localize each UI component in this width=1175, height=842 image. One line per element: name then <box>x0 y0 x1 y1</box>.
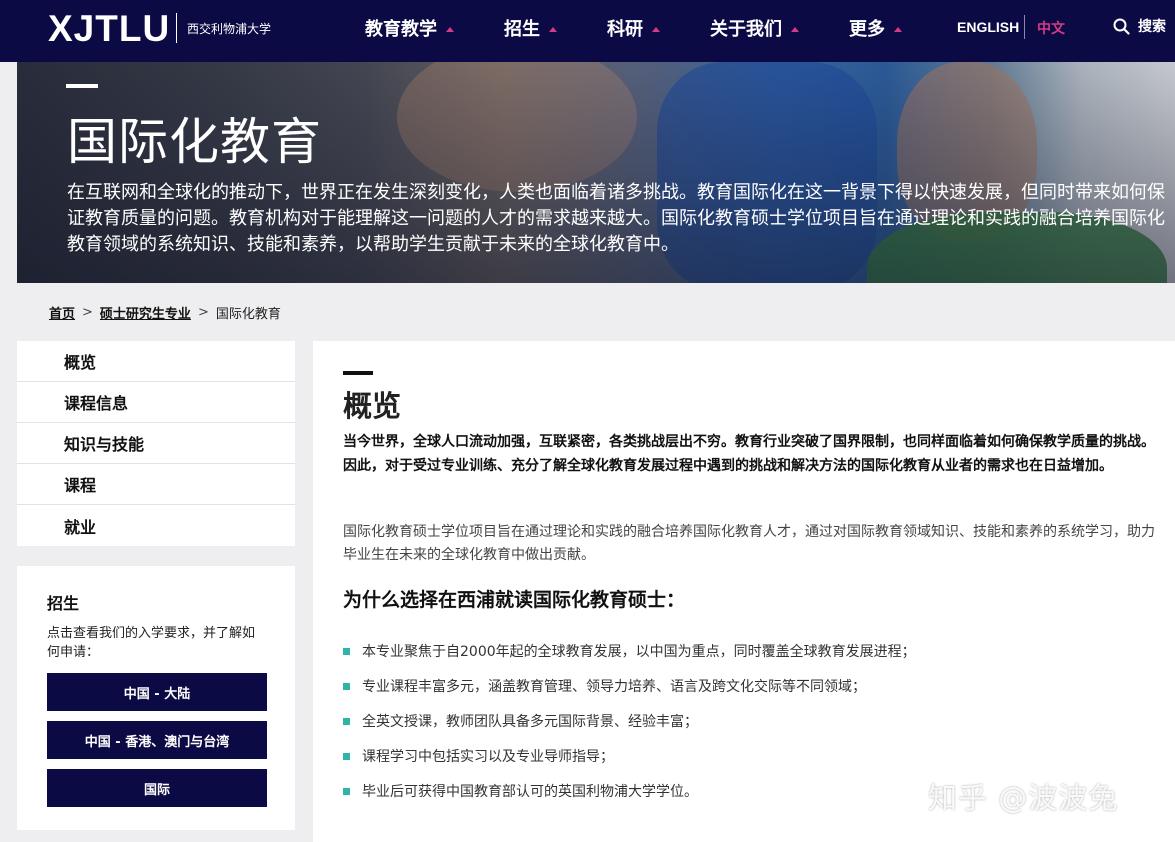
nav-label: 更多 <box>849 19 885 40</box>
hero-title-accent-bar <box>66 84 98 88</box>
breadcrumb-separator: > <box>197 305 209 320</box>
breadcrumb-separator: > <box>82 305 93 320</box>
nav-label: 关于我们 <box>710 19 782 40</box>
nav-item-research[interactable]: 科研 <box>607 15 660 41</box>
nav-label: 招生 <box>504 19 540 40</box>
search-button[interactable]: 搜索 <box>1113 16 1166 36</box>
sidebar-item-course-info[interactable]: 课程信息 <box>17 382 295 423</box>
logo-chinese-name[interactable]: 西交利物浦大学 <box>187 20 271 37</box>
bullet-square-icon <box>343 788 350 795</box>
main-content: 概览 当今世界，全球人口流动加强，互联紧密，各类挑战层出不穷。教育行业突破了国界… <box>313 341 1175 842</box>
nav-item-about[interactable]: 关于我们 <box>710 15 799 41</box>
language-divider <box>1024 15 1025 39</box>
breadcrumb: 首页 > 硕士研究生专业 > 国际化教育 <box>49 303 281 322</box>
sidebar-menu: 概览 课程信息 知识与技能 课程 就业 <box>17 341 295 546</box>
nav-item-admissions[interactable]: 招生 <box>504 15 557 41</box>
language-chinese-link[interactable]: 中文 <box>1037 18 1065 38</box>
admission-mainland-button[interactable]: 中国 - 大陆 <box>47 673 267 711</box>
bullet-square-icon <box>343 718 350 725</box>
hero-description: 在互联网和全球化的推动下，世界正在发生深刻变化，人类也面临着诸多挑战。教育国际化… <box>67 182 1165 255</box>
admission-title: 招生 <box>47 594 80 613</box>
nav-label: 科研 <box>607 19 643 40</box>
caret-up-icon <box>652 26 660 32</box>
nav-item-more[interactable]: 更多 <box>849 15 902 41</box>
zhihu-watermark: 知乎 @波波兔 <box>928 781 1119 815</box>
nav-label: 教育教学 <box>365 19 437 40</box>
bullet-square-icon <box>343 753 350 760</box>
list-item-text: 全英文授课，教师团队具备多元国际背景、经验丰富； <box>362 714 698 730</box>
list-item: 全英文授课，教师团队具备多元国际背景、经验丰富； <box>343 712 916 747</box>
sidebar-item-overview[interactable]: 概览 <box>17 341 295 382</box>
nav-item-education[interactable]: 教育教学 <box>365 15 454 41</box>
bullet-square-icon <box>343 683 350 690</box>
breadcrumb-current: 国际化教育 <box>215 307 281 322</box>
hero-title: 国际化教育 <box>67 113 322 171</box>
admission-panel: 招生 点击查看我们的入学要求，并了解如何申请： 中国 - 大陆 中国 - 香港、… <box>17 566 295 830</box>
list-item-text: 本专业聚焦于自2000年起的全球教育发展，以中国为重点，同时覆盖全球教育发展进程… <box>362 644 916 660</box>
sidebar-item-knowledge-skills[interactable]: 知识与技能 <box>17 423 295 464</box>
logo-divider <box>176 13 177 43</box>
language-english-link[interactable]: ENGLISH <box>957 19 1019 35</box>
bullet-square-icon <box>343 648 350 655</box>
hero-banner: 国际化教育 在互联网和全球化的推动下，世界正在发生深刻变化，人类也面临着诸多挑战… <box>17 62 1175 283</box>
section-title: 概览 <box>343 389 402 423</box>
list-item: 专业课程丰富多元，涵盖教育管理、领导力培养、语言及跨文化交际等不同领域； <box>343 677 916 712</box>
reasons-list: 本专业聚焦于自2000年起的全球教育发展，以中国为重点，同时覆盖全球教育发展进程… <box>343 642 916 817</box>
intro-paragraph: 国际化教育硕士学位项目旨在通过理论和实践的融合培养国际化教育人才，通过对国际教育… <box>343 524 1155 563</box>
list-item: 毕业后可获得中国教育部认可的英国利物浦大学学位。 <box>343 782 916 817</box>
sidebar-item-courses[interactable]: 课程 <box>17 464 295 505</box>
list-item-text: 毕业后可获得中国教育部认可的英国利物浦大学学位。 <box>362 784 698 800</box>
caret-up-icon <box>894 26 902 32</box>
section-accent-bar <box>343 371 373 375</box>
xjtlu-logo[interactable]: XJTLU <box>48 8 170 50</box>
main-nav: 教育教学 招生 科研 关于我们 更多 <box>365 15 952 41</box>
top-navigation-bar: XJTLU 西交利物浦大学 教育教学 招生 科研 关于我们 更多 ENGLISH… <box>0 0 1175 62</box>
list-item: 本专业聚焦于自2000年起的全球教育发展，以中国为重点，同时覆盖全球教育发展进程… <box>343 642 916 677</box>
search-label: 搜索 <box>1138 19 1166 35</box>
caret-up-icon <box>446 26 454 32</box>
caret-up-icon <box>549 26 557 32</box>
admission-international-button[interactable]: 国际 <box>47 769 267 807</box>
sidebar-item-careers[interactable]: 就业 <box>17 505 295 546</box>
breadcrumb-home-link[interactable]: 首页 <box>49 303 75 322</box>
admission-description: 点击查看我们的入学要求，并了解如何申请： <box>47 626 256 660</box>
breadcrumb-parent-link[interactable]: 硕士研究生专业 <box>100 303 191 322</box>
list-item: 课程学习中包括实习以及专业导师指导； <box>343 747 916 782</box>
list-item-text: 课程学习中包括实习以及专业导师指导； <box>362 749 614 765</box>
intro-bold-paragraph: 当今世界，全球人口流动加强，互联紧密，各类挑战层出不穷。教育行业突破了国界限制，… <box>343 434 1155 474</box>
list-item-text: 专业课程丰富多元，涵盖教育管理、领导力培养、语言及跨文化交际等不同领域； <box>362 679 866 695</box>
caret-up-icon <box>791 26 799 32</box>
why-choose-heading: 为什么选择在西浦就读国际化教育硕士： <box>343 589 686 611</box>
search-icon <box>1113 18 1130 35</box>
admission-hk-macao-taiwan-button[interactable]: 中国 - 香港、澳门与台湾 <box>47 721 267 759</box>
